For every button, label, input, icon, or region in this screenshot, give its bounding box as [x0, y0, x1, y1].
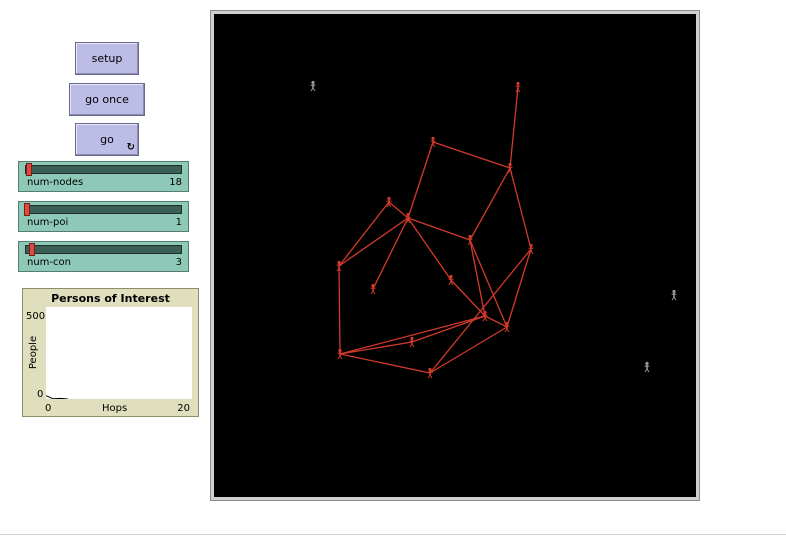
- world-view[interactable]: [214, 14, 696, 497]
- isolated-person-icon[interactable]: [310, 80, 316, 92]
- network-link: [429, 326, 508, 374]
- slider-track: [25, 165, 182, 174]
- slider-label: num-nodes: [27, 177, 84, 188]
- network-link: [388, 201, 409, 219]
- y-axis-max: 500: [26, 311, 46, 322]
- x-axis-max: 20: [177, 403, 190, 414]
- go-label: go: [100, 133, 114, 146]
- network-link: [506, 248, 532, 328]
- network-link: [339, 341, 413, 355]
- y-axis-label: People: [28, 335, 40, 370]
- bottom-divider: [0, 534, 786, 535]
- setup-label: setup: [91, 52, 123, 65]
- slider-handle[interactable]: [26, 163, 32, 176]
- network-link: [469, 239, 486, 317]
- plot-title: Persons of Interest: [51, 292, 170, 305]
- slider-value: 1: [175, 217, 182, 228]
- x-axis-label: Hops: [102, 403, 128, 414]
- num-nodes-slider[interactable]: num-nodes 18: [18, 161, 189, 192]
- num-poi-slider[interactable]: num-poi 1: [18, 201, 189, 232]
- forever-icon: ↻: [126, 142, 135, 153]
- isolated-person-icon[interactable]: [644, 361, 650, 373]
- plot-series-line: [45, 395, 68, 400]
- go-button[interactable]: go ↻: [75, 123, 139, 156]
- network-link: [469, 167, 511, 241]
- persons-of-interest-plot: Persons of Interest 500 0 People 0 Hops …: [22, 288, 199, 417]
- slider-handle[interactable]: [29, 243, 35, 256]
- network-link: [509, 86, 519, 169]
- network-link: [407, 141, 434, 219]
- network-link: [338, 265, 341, 355]
- network-nodes: [310, 80, 677, 379]
- network-link: [432, 141, 511, 169]
- network-link: [469, 239, 508, 328]
- network-link: [339, 315, 486, 355]
- slider-value: 3: [175, 257, 182, 268]
- network-links: [338, 86, 532, 374]
- network-canvas: [310, 80, 677, 379]
- network-link: [372, 217, 409, 290]
- network-person-icon[interactable]: [386, 196, 392, 208]
- slider-track: [25, 245, 182, 254]
- plot-svg: [45, 395, 68, 400]
- y-axis-min: 0: [37, 389, 44, 400]
- network-link: [411, 315, 486, 343]
- network-link: [339, 353, 431, 374]
- slider-handle[interactable]: [24, 203, 30, 216]
- num-con-slider[interactable]: num-con 3: [18, 241, 189, 272]
- go-once-button[interactable]: go once: [69, 83, 145, 116]
- go-once-label: go once: [85, 93, 129, 106]
- setup-button[interactable]: setup: [75, 42, 139, 75]
- isolated-person-icon[interactable]: [671, 289, 677, 301]
- network-link: [407, 217, 471, 241]
- slider-value: 18: [169, 177, 182, 188]
- plot-area: [45, 307, 192, 400]
- network-link: [407, 217, 452, 281]
- slider-label: num-poi: [27, 217, 69, 228]
- network-link: [509, 167, 532, 250]
- x-axis-min: 0: [45, 403, 52, 414]
- network-link: [450, 279, 486, 317]
- slider-label: num-con: [27, 257, 71, 268]
- network-link: [338, 201, 390, 267]
- slider-track: [25, 205, 182, 214]
- network-link: [338, 217, 409, 267]
